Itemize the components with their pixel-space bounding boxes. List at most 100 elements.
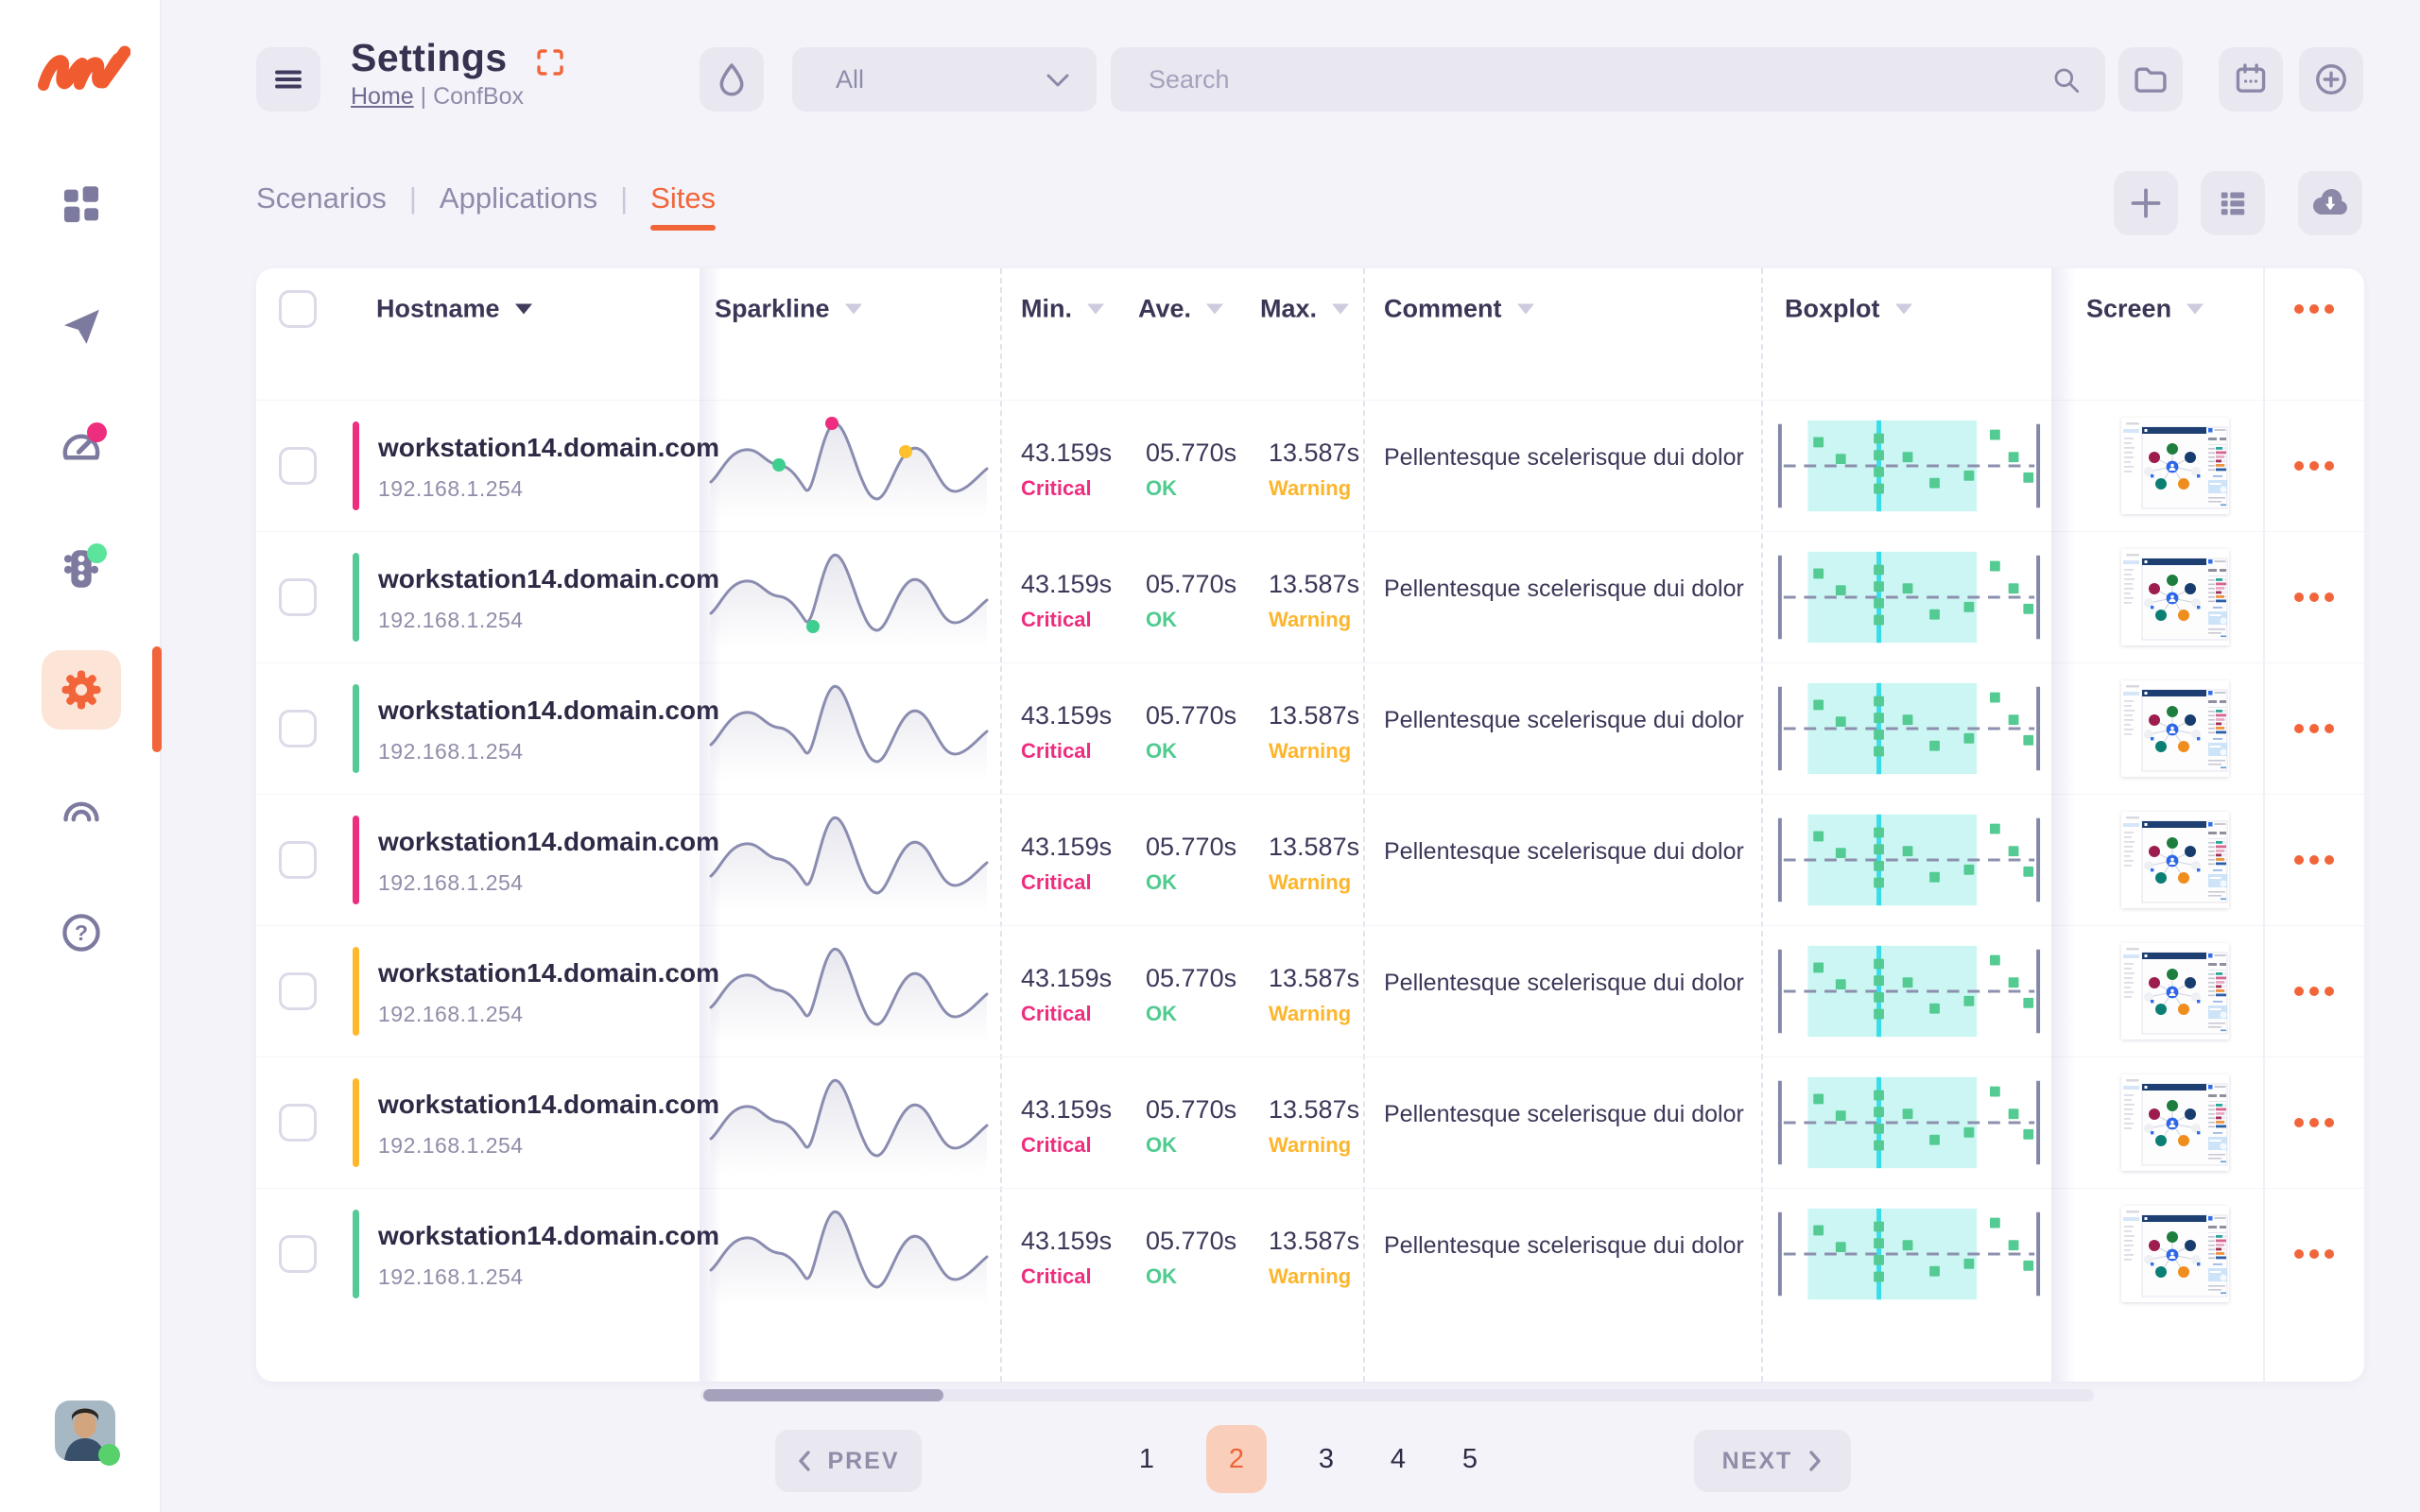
row-checkbox[interactable] (279, 841, 317, 879)
tab-sites[interactable]: Sites (650, 181, 716, 231)
column-header-sparkline[interactable]: Sparkline (715, 294, 862, 323)
menu-button[interactable] (256, 47, 320, 112)
row-actions-button[interactable] (2263, 1057, 2364, 1188)
row-checkbox[interactable] (279, 447, 317, 485)
more-options-icon (2294, 724, 2334, 733)
row-checkbox[interactable] (279, 1235, 317, 1273)
screen-thumbnail[interactable] (2121, 812, 2229, 908)
sparkline-cell (700, 1188, 1000, 1319)
row-checkbox[interactable] (279, 1104, 317, 1142)
column-header-actions[interactable] (2263, 268, 2364, 349)
sidebar-item-performance[interactable] (42, 408, 121, 488)
calendar-button[interactable] (2219, 47, 2283, 112)
expand-icon[interactable] (537, 49, 563, 76)
ave-status: OK (1146, 739, 1177, 764)
row-actions-button[interactable] (2263, 400, 2364, 531)
column-header-screen[interactable]: Screen (2086, 294, 2204, 323)
sidebar-item-settings[interactable] (42, 650, 121, 730)
boxplot-cell (1761, 1057, 2051, 1188)
theme-drop-button[interactable] (700, 47, 764, 112)
row-actions-button[interactable] (2263, 925, 2364, 1057)
tab-applications[interactable]: Applications (440, 181, 597, 231)
row-actions-button[interactable] (2263, 662, 2364, 794)
min-cell: 43.159s Critical (1000, 925, 1125, 1057)
folder-button[interactable] (2118, 47, 2183, 112)
screen-cell (2051, 925, 2263, 1057)
row-actions-button[interactable] (2263, 1188, 2364, 1319)
settings-gear-icon (60, 668, 103, 712)
table-grid: Hostname Sparkline Min. Ave. Max. Commen… (256, 268, 2364, 1319)
screenshot-preview (2121, 1074, 2229, 1171)
add-row-button[interactable] (2114, 171, 2178, 235)
breadcrumb: Home | ConfBox (351, 83, 524, 111)
comment-cell: Pellentesque scelerisque dui dolor (1363, 662, 1761, 794)
sidebar-item-navigate[interactable] (42, 286, 121, 366)
hostname: workstation14.domain.com (378, 564, 719, 594)
page-1[interactable]: 1 (1134, 1444, 1159, 1475)
sparkline-cell (700, 662, 1000, 794)
sort-icon (845, 303, 862, 314)
min-value: 43.159s (1021, 701, 1112, 730)
filter-select[interactable]: All (792, 47, 1097, 112)
hostname-cell: workstation14.domain.com 192.168.1.254 (340, 400, 700, 531)
sort-icon (2187, 303, 2204, 314)
row-checkbox[interactable] (279, 710, 317, 747)
sort-icon (1206, 303, 1223, 314)
ave-value: 05.770s (1146, 833, 1236, 862)
sidebar-item-signal[interactable] (42, 772, 121, 851)
screen-thumbnail[interactable] (2121, 680, 2229, 777)
column-header-comment[interactable]: Comment (1384, 294, 1534, 323)
ip-address: 192.168.1.254 (378, 476, 524, 502)
breadcrumb-separator: | (421, 83, 427, 110)
screen-thumbnail[interactable] (2121, 549, 2229, 645)
screen-thumbnail[interactable] (2121, 943, 2229, 1040)
boxplot-chart (1774, 1204, 2044, 1304)
column-header-ave[interactable]: Ave. (1138, 294, 1223, 323)
page-4[interactable]: 4 (1386, 1444, 1410, 1475)
max-cell: 13.587s Warning (1248, 662, 1363, 794)
page-3[interactable]: 3 (1314, 1444, 1339, 1475)
max-value: 13.587s (1269, 833, 1359, 862)
ave-value: 05.770s (1146, 1095, 1236, 1125)
row-actions-button[interactable] (2263, 794, 2364, 925)
settings-page: ? Settings Home | ConfBox (0, 0, 2420, 1512)
column-header-max[interactable]: Max. (1260, 294, 1349, 323)
search-icon[interactable] (2052, 66, 2081, 94)
prev-label: PREV (827, 1448, 899, 1475)
column-header-min[interactable]: Min. (1021, 294, 1104, 323)
row-checkbox[interactable] (279, 972, 317, 1010)
hostname: workstation14.domain.com (378, 827, 719, 857)
row-select-cell (256, 925, 340, 1057)
column-header-boxplot[interactable]: Boxplot (1785, 294, 1912, 323)
tab-scenarios[interactable]: Scenarios (256, 181, 387, 231)
min-value: 43.159s (1021, 964, 1112, 993)
sidebar-item-help[interactable]: ? (42, 893, 121, 972)
screenshot-preview (2121, 418, 2229, 514)
min-cell: 43.159s Critical (1000, 662, 1125, 794)
sidebar-item-dashboard[interactable] (42, 165, 121, 245)
page-2[interactable]: 2 (1206, 1425, 1267, 1493)
row-checkbox[interactable] (279, 578, 317, 616)
breadcrumb-home-link[interactable]: Home (351, 83, 414, 110)
screen-thumbnail[interactable] (2121, 418, 2229, 514)
select-all-checkbox[interactable] (279, 290, 317, 328)
max-status: Warning (1269, 1133, 1351, 1158)
send-icon (60, 305, 102, 347)
horizontal-scrollbar-thumb[interactable] (703, 1389, 943, 1401)
screen-thumbnail[interactable] (2121, 1206, 2229, 1302)
min-status: Critical (1021, 1133, 1092, 1158)
column-header-hostname[interactable]: Hostname (376, 294, 532, 323)
row-actions-button[interactable] (2263, 531, 2364, 662)
page-5[interactable]: 5 (1458, 1444, 1482, 1475)
next-page-button[interactable]: NEXT (1694, 1430, 1851, 1492)
search-input[interactable] (1149, 47, 2037, 112)
screen-thumbnail[interactable] (2121, 1074, 2229, 1171)
hostname-cell: workstation14.domain.com 192.168.1.254 (340, 794, 700, 925)
sparkline-cell (700, 794, 1000, 925)
download-button[interactable] (2298, 171, 2362, 235)
sparkline-chart (707, 937, 991, 1043)
add-circle-button[interactable] (2299, 47, 2363, 112)
sidebar-item-traffic[interactable] (42, 529, 121, 609)
list-view-button[interactable] (2201, 171, 2265, 235)
prev-page-button[interactable]: PREV (775, 1430, 922, 1492)
